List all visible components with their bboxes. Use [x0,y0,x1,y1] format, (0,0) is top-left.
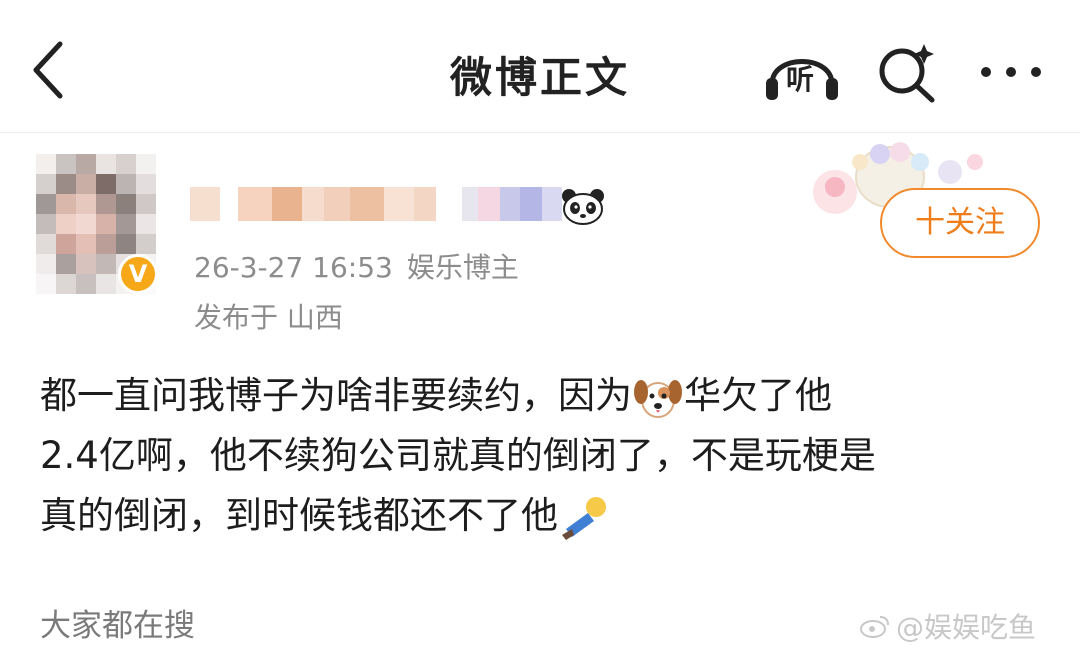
watermark-text: @娱娱吃鱼 [896,611,1037,644]
post-location: 发布于 山西 [194,301,343,334]
lying-flat-emoji-icon [562,496,606,540]
content-line-3: 真的倒闭，到时候钱都还不了他 [40,486,1050,546]
content-line-2: 2.4亿啊，他不续狗公司就真的倒闭了，不是玩梗是 [40,434,876,477]
search-sparkle-icon[interactable] [874,38,940,104]
user-tag: 娱乐博主 [406,251,519,284]
dog-emoji-icon [634,379,682,418]
listen-button[interactable]: 听 [762,40,842,102]
post-meta: 26-3-27 16:53 娱乐博主 [194,246,519,286]
follow-button[interactable]: 十关注 [880,188,1040,258]
verified-badge-icon: V [118,254,158,294]
post-content: 都一直问我博子为啥非要续约，因为 华欠了他 2.4亿啊，他不续狗公司就真的倒闭了… [40,366,1050,546]
hot-search-label[interactable]: 大家都在搜 [40,600,195,645]
panda-icon [562,189,604,225]
top-nav-bar: 微博正文 听 [0,0,1080,133]
listen-label: 听 [786,63,815,96]
content-line-1: 都一直问我博子为啥非要续约，因为 华欠了他 [40,366,1050,426]
weibo-logo-icon [860,616,889,638]
more-dots-icon[interactable] [978,62,1044,82]
watermark: @娱娱吃鱼 [860,606,1036,646]
username-blurred[interactable] [190,184,562,224]
post-timestamp: 26-3-27 16:53 [194,251,393,284]
